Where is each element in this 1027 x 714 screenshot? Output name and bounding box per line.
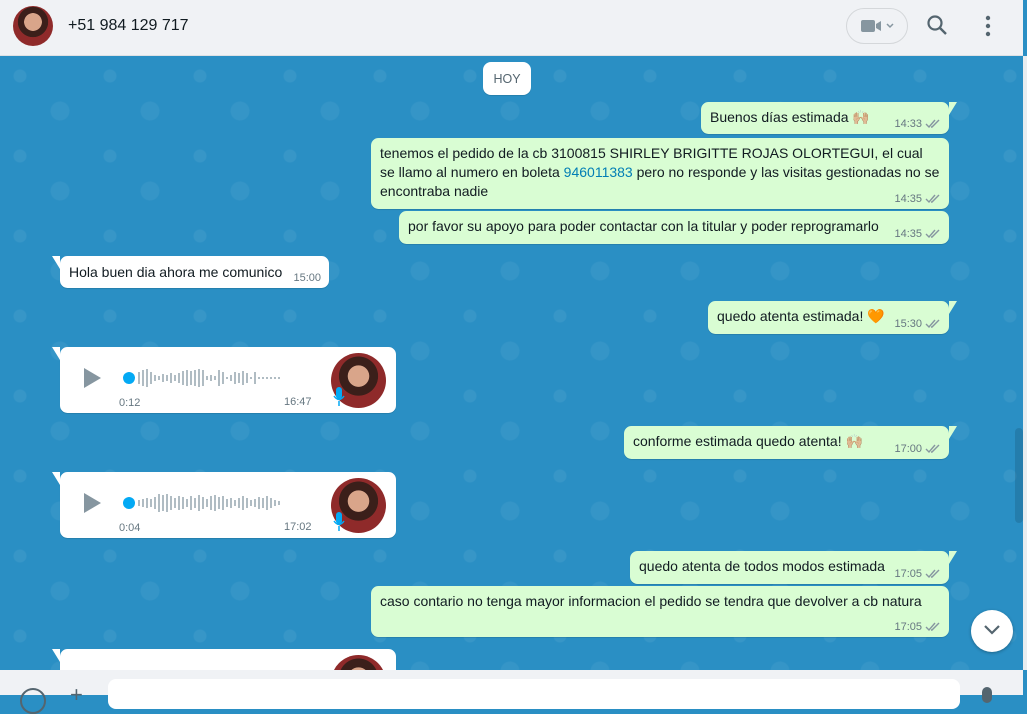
chat-header: +51 984 129 717 [0, 0, 1023, 56]
play-icon[interactable] [82, 367, 102, 389]
phone-number-link[interactable]: 946011383 [564, 164, 633, 180]
video-call-icon [861, 20, 894, 32]
incoming-message[interactable]: Hola buen dia ahora me comunico 15:00 [52, 256, 329, 288]
double-check-icon [925, 569, 940, 579]
message-time: 17:05 [894, 621, 922, 633]
mic-icon [333, 512, 345, 531]
date-chip: HOY [483, 62, 531, 95]
contact-name[interactable]: +51 984 129 717 [68, 17, 189, 35]
message-time: 17:02 [284, 521, 312, 533]
message-text: caso contario no tenga mayor informacion… [380, 593, 922, 609]
outgoing-message[interactable]: por favor su apoyo para poder contactar … [399, 211, 949, 244]
double-check-icon [925, 444, 940, 454]
message-meta: 15:30 [894, 318, 941, 330]
play-icon[interactable] [82, 492, 102, 514]
message-meta: 14:35 [894, 228, 941, 240]
message-time: 14:33 [894, 118, 922, 130]
attach-icon[interactable]: + [70, 684, 83, 706]
message-text: tenemos el pedido de la cb 3100815 SHIRL… [380, 144, 940, 201]
scroll-to-bottom-button[interactable] [971, 610, 1013, 652]
message-meta: 17:00 [894, 443, 941, 455]
mic-icon [333, 387, 345, 406]
message-text: por favor su apoyo para poder contactar … [408, 218, 879, 234]
message-meta: 14:35 [894, 193, 941, 205]
waveform[interactable] [135, 489, 285, 517]
chat-area[interactable]: HOY Buenos días estimada 🙌🏼 14:33 tenemo… [0, 56, 1023, 670]
search-button[interactable] [926, 14, 948, 41]
waveform[interactable] [135, 364, 285, 392]
double-check-icon [925, 119, 940, 129]
double-check-icon [925, 319, 940, 329]
playback-position-dot[interactable] [123, 372, 135, 384]
sender-avatar [331, 655, 386, 670]
search-icon [927, 15, 947, 35]
outgoing-message[interactable]: quedo atenta estimada! 🧡 15:30 [708, 301, 957, 334]
mic-icon[interactable] [982, 687, 992, 703]
message-time: 17:05 [894, 568, 922, 580]
chevron-down-icon [984, 625, 1000, 635]
double-check-icon [925, 229, 940, 239]
message-time: 15:00 [293, 272, 321, 284]
message-meta: 14:33 [894, 118, 941, 130]
message-meta: 17:05 [894, 621, 941, 633]
voice-duration: 0:12 [119, 397, 141, 409]
outgoing-message[interactable]: Buenos días estimada 🙌🏼 14:33 [701, 102, 957, 134]
message-time: 16:47 [284, 396, 312, 408]
video-call-button[interactable] [846, 8, 908, 44]
message-text: Hola buen dia ahora me comunico [69, 264, 283, 280]
message-time: 15:30 [894, 318, 922, 330]
menu-button[interactable] [980, 14, 996, 43]
emoji-icon[interactable] [20, 688, 46, 714]
outgoing-message[interactable]: tenemos el pedido de la cb 3100815 SHIRL… [371, 138, 949, 209]
message-meta: 17:05 [894, 568, 941, 580]
message-time: 14:35 [894, 228, 922, 240]
message-time: 14:35 [894, 193, 922, 205]
composer-bar: + [0, 670, 1023, 714]
scrollbar[interactable] [1023, 56, 1027, 670]
double-check-icon [925, 622, 940, 632]
scrollbar-thumb[interactable] [1015, 428, 1023, 523]
playback-position-dot[interactable] [123, 497, 135, 509]
contact-avatar[interactable] [13, 6, 53, 46]
outgoing-message[interactable]: caso contario no tenga mayor informacion… [371, 586, 949, 637]
incoming-voice-message[interactable]: 0:04 17:02 [52, 472, 396, 538]
outgoing-message[interactable]: quedo atenta de todos modos estimada 17:… [630, 551, 957, 584]
message-time: 17:00 [894, 443, 922, 455]
outgoing-message[interactable]: conforme estimada quedo atenta! 🙌🏼 17:00 [624, 426, 957, 459]
message-input[interactable] [108, 679, 960, 709]
menu-icon [985, 15, 991, 37]
voice-duration: 0:04 [119, 522, 141, 534]
incoming-voice-message[interactable]: 0:12 16:47 [52, 347, 396, 413]
incoming-voice-message[interactable] [52, 649, 396, 670]
double-check-icon [925, 194, 940, 204]
